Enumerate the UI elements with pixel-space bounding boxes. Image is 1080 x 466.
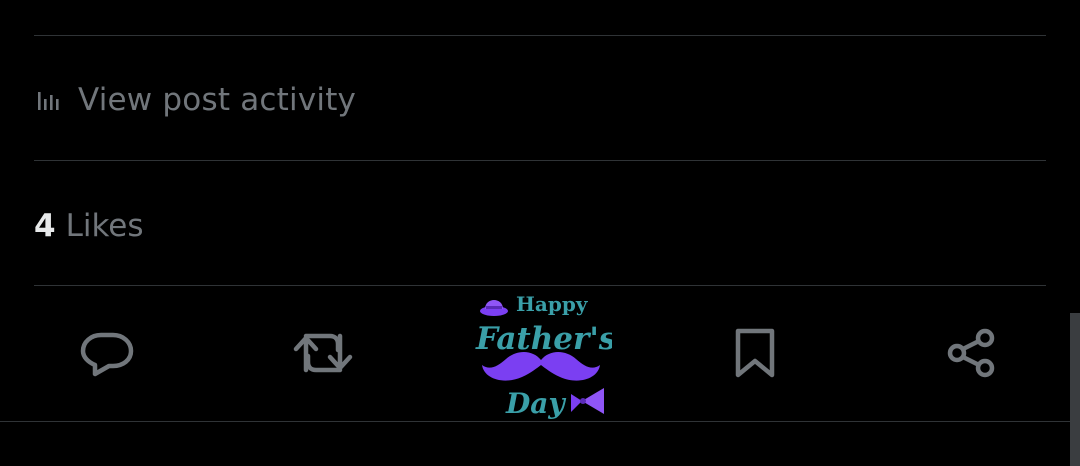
repost-icon [292,328,354,382]
bookmark-icon [732,325,778,385]
view-post-activity-label: View post activity [78,82,357,118]
reply-button[interactable] [74,322,140,388]
bookmark-button[interactable] [722,322,788,388]
share-button[interactable] [938,322,1004,388]
share-icon [944,326,998,384]
reply-icon [79,329,135,381]
divider-top [34,35,1046,36]
post-detail-footer: View post activity 4 Likes Happy Father'… [0,0,1080,466]
analytics-icon [34,84,66,116]
sticker-fathers-text: Father's [475,321,612,357]
likes-count: 4 [34,208,56,244]
bow-tie-icon [571,388,604,414]
hat-icon [480,300,508,316]
view-post-activity-link[interactable]: View post activity [34,76,356,124]
likes-link[interactable]: 4 Likes [34,202,144,250]
fathers-day-sticker: Happy Father's Day [470,287,616,421]
sticker-happy-text: Happy [516,292,589,316]
scrollbar[interactable] [1070,313,1080,466]
divider-bottom [0,421,1080,422]
likes-label: Likes [65,208,144,244]
sticker-day-text: Day [505,387,566,420]
divider-middle [34,160,1046,161]
repost-button[interactable] [290,322,356,388]
divider-actions [34,285,1046,286]
